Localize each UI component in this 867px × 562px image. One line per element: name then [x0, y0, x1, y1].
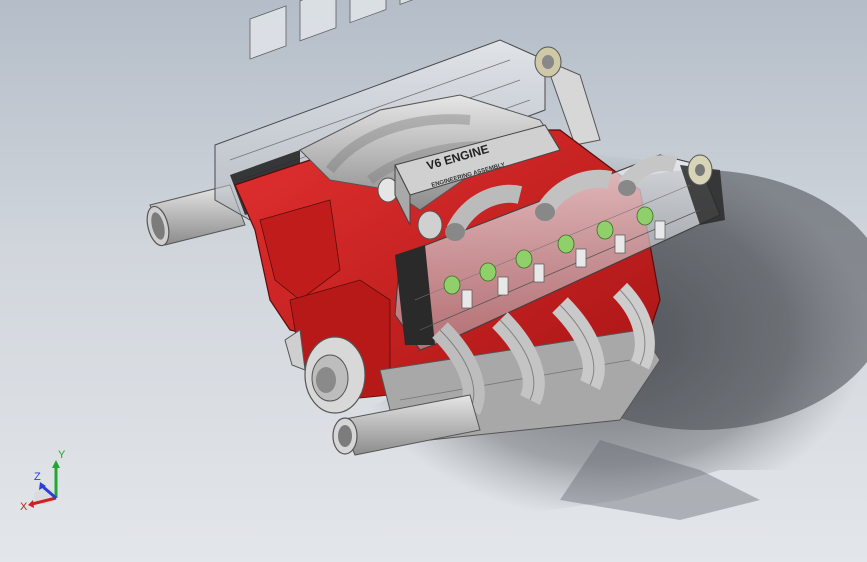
engine-model-scene[interactable]: V6 ENGINE ENGINEERING ASSEMBLY [0, 0, 867, 562]
x-axis-label: X [20, 501, 28, 513]
y-axis-arrow-icon [52, 460, 60, 468]
y-axis-label: Y [58, 449, 66, 461]
x-axis-arrow-icon [28, 500, 34, 508]
timing-gear[interactable] [687, 154, 713, 186]
graphics-viewport[interactable]: V6 ENGINE ENGINEERING ASSEMBLY Y Z X [0, 0, 867, 562]
z-axis-label: Z [34, 471, 41, 483]
coordinate-triad: Y Z X [20, 449, 66, 513]
